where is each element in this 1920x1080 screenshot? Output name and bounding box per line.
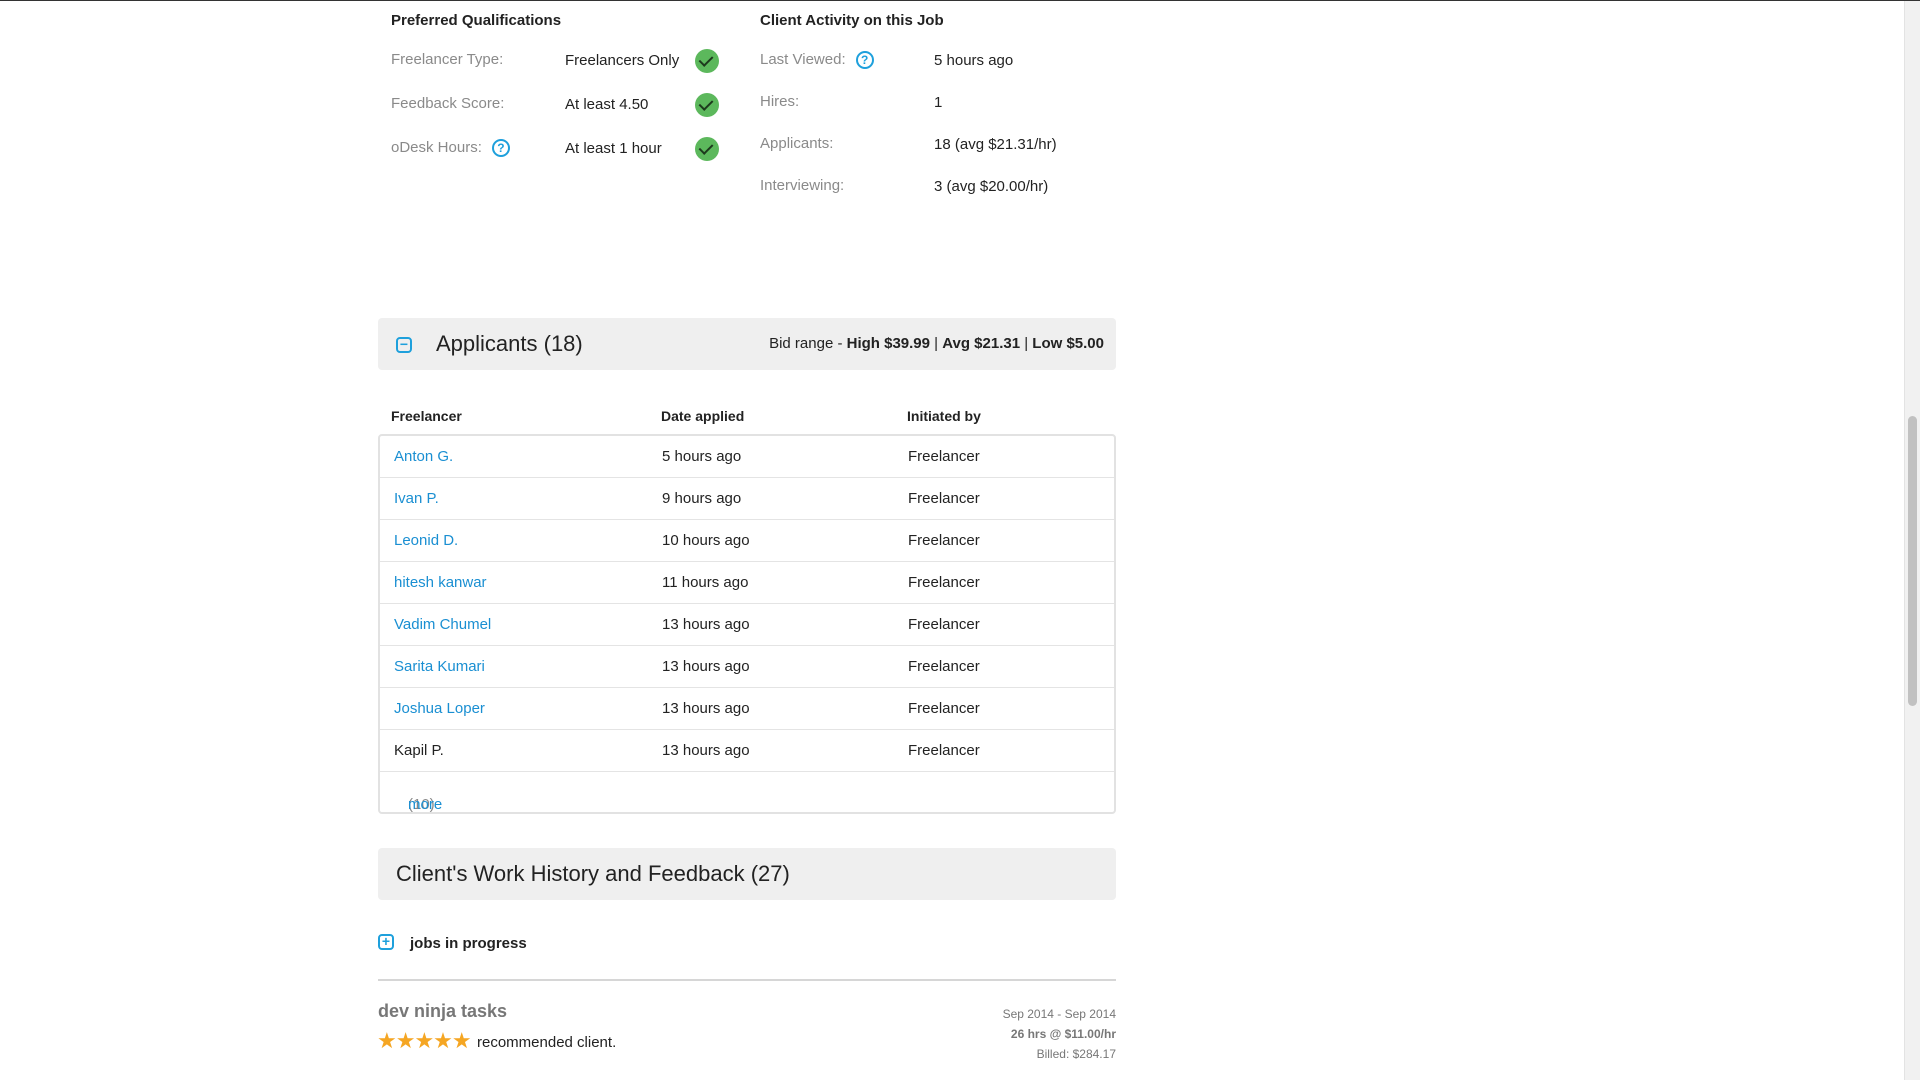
activity-heading: Client Activity on this Job xyxy=(760,12,944,29)
table-row: Vadim Chumel 13 hours ago Freelancer xyxy=(380,604,1114,646)
freelancer-link[interactable]: Sarita Kumari xyxy=(394,658,485,675)
activity-row: Last Viewed:? 5 hours ago xyxy=(760,47,1120,89)
job-details-page: Preferred Qualifications Freelancer Type… xyxy=(0,0,1920,1080)
freelancer-link[interactable]: Vadim Chumel xyxy=(394,616,491,633)
collapse-icon[interactable]: − xyxy=(396,337,412,353)
job-title: dev ninja tasks xyxy=(378,1001,508,1021)
initiated-by: Freelancer xyxy=(908,448,980,465)
activity-label-text: Last Viewed: xyxy=(760,51,846,68)
expand-icon[interactable]: + xyxy=(378,934,394,951)
initiated-by: Freelancer xyxy=(908,574,980,591)
jobs-in-progress[interactable]: + jobs in progress xyxy=(378,934,527,952)
star-rating: ★★★★★ xyxy=(377,1028,472,1053)
divider xyxy=(378,979,1116,981)
qualification-row: oDesk Hours:? At least 1 hour xyxy=(391,135,721,179)
date-applied: 13 hours ago xyxy=(662,700,750,717)
help-icon[interactable]: ? xyxy=(491,139,510,158)
more-link[interactable]: more xyxy=(408,796,442,813)
job-feedback: recommended client. xyxy=(477,1034,617,1051)
table-row: Kapil P. 13 hours ago Freelancer xyxy=(380,730,1114,772)
bid-avg: Avg $21.31 xyxy=(942,335,1021,352)
qualification-label: Freelancer Type: xyxy=(391,51,504,68)
qualification-row: Freelancer Type: Freelancers Only xyxy=(391,47,721,91)
qualifications-heading: Preferred Qualifications xyxy=(391,12,562,29)
table-row: Anton G. 5 hours ago Freelancer xyxy=(380,436,1114,478)
activity-label: Last Viewed:? xyxy=(760,51,874,70)
column-header-date: Date applied xyxy=(661,408,745,424)
date-applied: 11 hours ago xyxy=(662,574,749,591)
activity-row: Applicants: 18 (avg $21.31/hr) xyxy=(760,131,1120,173)
date-applied: 13 hours ago xyxy=(662,742,750,759)
qualification-value: At least 4.50 xyxy=(565,96,649,113)
scrollbar-thumb[interactable] xyxy=(1908,416,1917,706)
check-icon xyxy=(695,49,719,73)
top-border xyxy=(0,0,1920,1)
bid-range: Bid range - High $39.99 | Avg $21.31 | L… xyxy=(769,335,1104,352)
table-row: Joshua Loper 13 hours ago Freelancer xyxy=(380,688,1114,730)
activity-value: 18 (avg $21.31/hr) xyxy=(934,136,1057,153)
column-header-freelancer: Freelancer xyxy=(391,408,462,424)
initiated-by: Freelancer xyxy=(908,658,980,675)
initiated-by: Freelancer xyxy=(908,616,980,633)
initiated-by: Freelancer xyxy=(908,532,980,549)
bid-range-prefix: Bid range - xyxy=(769,335,847,352)
table-row: hitesh kanwar 11 hours ago Freelancer xyxy=(380,562,1114,604)
qualification-row: Feedback Score: At least 4.50 xyxy=(391,91,721,135)
freelancer-link[interactable]: Anton G. xyxy=(394,448,453,465)
job-billed: Billed: $284.17 xyxy=(1036,1047,1116,1061)
initiated-by: Freelancer xyxy=(908,490,980,507)
date-applied: 10 hours ago xyxy=(662,532,750,549)
qualification-value: At least 1 hour xyxy=(565,140,662,157)
date-applied: 13 hours ago xyxy=(662,616,750,633)
scrollbar[interactable] xyxy=(1904,1,1920,1080)
preferred-qualifications: Preferred Qualifications Freelancer Type… xyxy=(391,12,721,179)
bid-separator: | xyxy=(1020,335,1033,352)
activity-row: Interviewing: 3 (avg $20.00/hr) xyxy=(760,173,1120,215)
job-meta: Sep 2014 - Sep 2014 26 hrs @ $11.00/hr B… xyxy=(1003,1004,1116,1064)
activity-label: Applicants: xyxy=(760,135,834,152)
initiated-by: Freelancer xyxy=(908,700,980,717)
table-row: Sarita Kumari 13 hours ago Freelancer xyxy=(380,646,1114,688)
activity-label: Interviewing: xyxy=(760,177,845,194)
column-header-initiated: Initiated by xyxy=(907,408,981,424)
applicants-header: − Applicants (18) Bid range - High $39.9… xyxy=(378,318,1116,370)
bid-low: Low $5.00 xyxy=(1032,335,1104,352)
work-history-title: Client's Work History and Feedback (27) xyxy=(396,861,790,886)
more-row: (10) more xyxy=(380,772,1114,813)
table-row: Ivan P. 9 hours ago Freelancer xyxy=(380,478,1114,520)
qualification-value: Freelancers Only xyxy=(565,52,680,69)
qualification-label: Feedback Score: xyxy=(391,95,505,112)
bid-separator: | xyxy=(930,335,943,352)
activity-value: 5 hours ago xyxy=(934,52,1014,69)
date-applied: 13 hours ago xyxy=(662,658,750,675)
jobs-in-progress-label: jobs in progress xyxy=(410,935,527,952)
bid-high: High $39.99 xyxy=(846,335,930,352)
client-activity: Client Activity on this Job Last Viewed:… xyxy=(760,12,1120,215)
qualification-label: oDesk Hours:? xyxy=(391,139,510,158)
freelancer-name: Kapil P. xyxy=(394,742,444,759)
work-history-header: Client's Work History and Feedback (27) xyxy=(378,848,1116,900)
job-hours: 26 hrs @ $11.00/hr xyxy=(1010,1027,1116,1041)
activity-value: 3 (avg $20.00/hr) xyxy=(934,178,1049,195)
date-applied: 5 hours ago xyxy=(662,448,742,465)
activity-row: Hires: 1 xyxy=(760,89,1120,131)
freelancer-link[interactable]: Leonid D. xyxy=(394,532,458,549)
activity-value: 1 xyxy=(934,94,943,111)
freelancer-link[interactable]: Joshua Loper xyxy=(394,700,485,717)
date-applied: 9 hours ago xyxy=(662,490,742,507)
table-row: Leonid D. 10 hours ago Freelancer xyxy=(380,520,1114,562)
qualification-label-text: oDesk Hours: xyxy=(391,139,482,156)
applicants-table: Anton G. 5 hours ago Freelancer Ivan P. … xyxy=(378,434,1116,814)
freelancer-link[interactable]: Ivan P. xyxy=(394,490,439,507)
initiated-by: Freelancer xyxy=(908,742,980,759)
check-icon xyxy=(695,137,719,161)
activity-label: Hires: xyxy=(760,93,800,110)
help-icon[interactable]: ? xyxy=(855,51,874,70)
applicants-title: Applicants (18) xyxy=(436,331,583,356)
check-icon xyxy=(695,93,719,117)
freelancer-link[interactable]: hitesh kanwar xyxy=(394,574,487,591)
job-period: Sep 2014 - Sep 2014 xyxy=(1002,1007,1116,1021)
